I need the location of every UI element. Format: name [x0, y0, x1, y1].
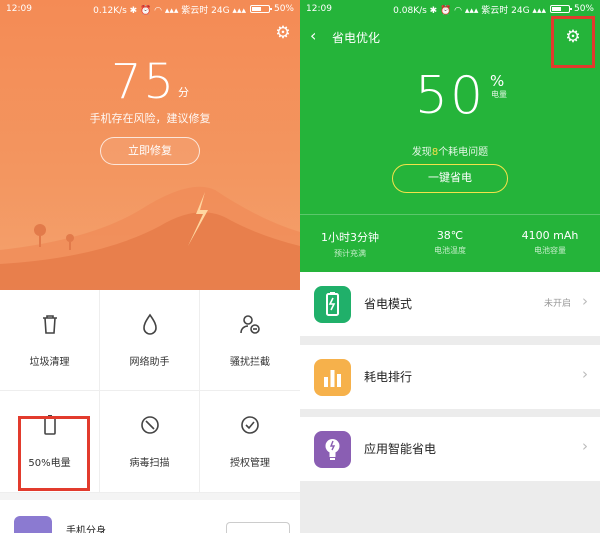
one-tap-save-button[interactable]: 一键省电	[392, 164, 508, 193]
score-description: 手机存在风险，建议修复	[89, 112, 211, 125]
power-optimization-screen: 12:09 0.08K/s ✱ ⏰ ◠ ▴▴▴ 紫云时 24G ▴▴▴ 50% …	[300, 0, 600, 533]
battery-stats: 1小时3分钟 预计充满 38℃ 电池温度 4100 mAh 电池容量	[300, 214, 600, 272]
status-battery: 50%	[573, 4, 594, 14]
stat-value: 38℃	[436, 229, 464, 242]
percent-label: 电量	[491, 90, 507, 99]
row-label: 应用智能省电	[364, 442, 437, 456]
health-score: 75 分	[0, 54, 300, 110]
status-time: 12:09	[306, 4, 332, 14]
security-center-screen: 12:09 0.12K/s ✱ ⏰ ◠ ▴▴▴ 紫云时 24G ▴▴▴ 50% …	[0, 0, 300, 533]
tool-cleaner[interactable]: 垃圾清理	[0, 290, 100, 391]
check-circle-icon	[236, 414, 264, 442]
battery-icon	[549, 5, 572, 13]
phone-clone-card[interactable]: 手机分身	[0, 500, 300, 533]
tool-label: 骚扰拦截	[230, 356, 270, 368]
back-arrow-icon[interactable]: ‹	[310, 26, 316, 45]
stat-value: 4100 mAh	[521, 229, 579, 242]
tool-permissions[interactable]: 授权管理	[200, 391, 300, 493]
tool-label: 垃圾清理	[29, 356, 70, 368]
chevron-right-icon: ›	[582, 437, 588, 455]
row-power-ranking[interactable]: 耗电排行 ›	[300, 345, 600, 409]
percent-sign: %	[490, 72, 505, 90]
issues-suffix: 个耗电问题	[438, 147, 489, 158]
tool-label: 授权管理	[230, 458, 270, 469]
tool-virus-scan[interactable]: 病毒扫描	[100, 391, 200, 493]
clone-app-icon	[14, 516, 52, 533]
issues-found: 发现8个耗电问题	[300, 143, 600, 158]
issues-prefix: 发现	[411, 147, 432, 158]
battery-icon	[249, 5, 272, 13]
user-block-icon	[236, 313, 264, 341]
fix-now-button[interactable]: 立即修复	[100, 137, 200, 165]
status-bar: 12:09 0.12K/s ✱ ⏰ ◠ ▴▴▴ 紫云时 24G ▴▴▴ 50%	[0, 0, 300, 18]
row-power-saving-mode[interactable]: 省电模式 未开启 ›	[300, 272, 600, 336]
row-status: 未开启	[544, 299, 572, 309]
battery-charging-icon	[314, 286, 351, 323]
stat-label: 预计充满	[334, 249, 366, 258]
row-label: 省电模式	[364, 297, 413, 311]
scan-icon	[136, 414, 164, 442]
stat-capacity: 4100 mAh 电池容量	[500, 215, 600, 272]
status-battery: 50%	[273, 4, 294, 14]
battery-tool-highlight	[18, 416, 90, 491]
stat-label: 电池容量	[534, 246, 566, 255]
water-drop-icon	[136, 313, 164, 341]
tool-harassment-block[interactable]: 骚扰拦截	[200, 290, 300, 391]
chevron-right-icon: ›	[582, 292, 588, 310]
stat-value: 1小时3分钟	[321, 231, 379, 244]
page-title: 省电优化	[332, 31, 381, 45]
row-label: 耗电排行	[364, 370, 413, 384]
score-value: 75	[110, 54, 177, 110]
status-indicators: 0.08K/s ✱ ⏰ ◠ ▴▴▴ 紫云时 24G ▴▴▴	[393, 5, 546, 16]
volcano-illustration	[0, 186, 300, 290]
trash-icon	[36, 313, 64, 341]
chevron-right-icon: ›	[582, 365, 588, 383]
status-indicators: 0.12K/s ✱ ⏰ ◠ ▴▴▴ 紫云时 24G ▴▴▴	[93, 5, 246, 16]
stat-temperature: 38℃ 电池温度	[400, 215, 500, 272]
row-smart-app-saving[interactable]: 应用智能省电 ›	[300, 417, 600, 481]
stat-charge-time: 1小时3分钟 预计充满	[300, 215, 400, 272]
tool-label: 网络助手	[129, 356, 170, 368]
lightbulb-icon	[314, 431, 351, 468]
card-title: 手机分身	[66, 526, 106, 533]
settings-highlight	[551, 16, 595, 68]
stat-label: 电池温度	[434, 246, 466, 255]
card-action-button[interactable]	[226, 522, 290, 533]
battery-percent: 50	[300, 66, 600, 126]
status-time: 12:09	[6, 4, 32, 14]
percent-value: 50	[414, 66, 486, 126]
score-unit: 分	[178, 86, 190, 99]
tool-network[interactable]: 网络助手	[100, 290, 200, 391]
bar-chart-icon	[314, 359, 351, 396]
tool-label: 病毒扫描	[129, 458, 170, 469]
gear-icon[interactable]: ⚙	[272, 22, 294, 44]
